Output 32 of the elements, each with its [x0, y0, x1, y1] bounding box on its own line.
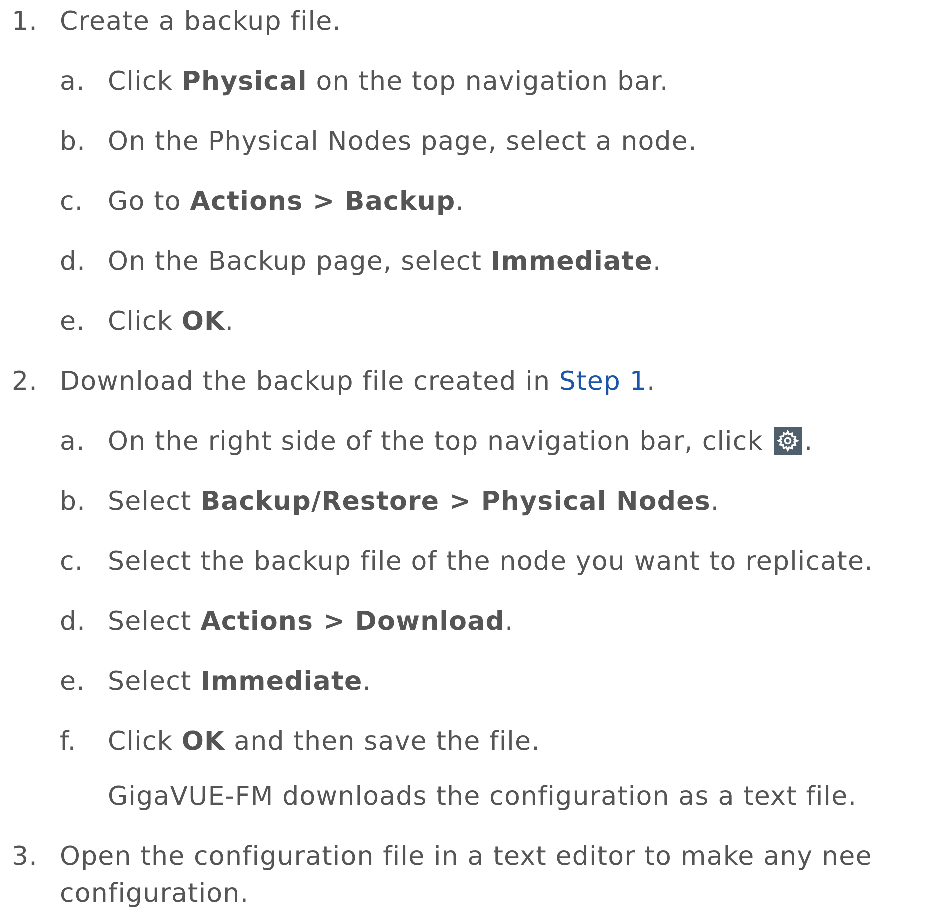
substep-letter: b.: [60, 126, 87, 159]
step-link[interactable]: Step 1: [559, 367, 648, 397]
substep-letter: c.: [60, 186, 85, 219]
step-text: Create a backup file.: [60, 7, 342, 37]
step-text: Click Physical on the top navigation bar.: [108, 67, 669, 97]
step-number: 2.: [11, 366, 40, 399]
step-text: Select the backup file of the node you want to replicate.: [108, 547, 874, 577]
substep-letter: a.: [60, 66, 86, 99]
gear-icon[interactable]: [774, 427, 802, 455]
step-text: Open the configuration file in a text editor to make any nee: [60, 842, 872, 872]
substep-letter: e.: [60, 666, 86, 699]
substep-letter: c.: [60, 546, 85, 579]
substep-letter: a.: [60, 426, 86, 459]
substep-letter: d.: [60, 606, 87, 639]
substep-letter: f.: [60, 726, 78, 759]
step-text: On the right side of the top navigation bar, click .: [108, 427, 814, 457]
step-number: 3.: [11, 841, 40, 874]
step-text: Click OK and then save the file.: [108, 727, 540, 757]
step-text: On the Physical Nodes page, select a node.: [108, 127, 698, 157]
step-text: Download the backup file created in Step 1.: [60, 367, 656, 397]
step-text: Select Actions > Download.: [108, 607, 514, 637]
step-text: On the Backup page, select Immediate.: [108, 247, 662, 277]
step-number: 1.: [11, 6, 40, 39]
step-text: Select Immediate.: [108, 667, 372, 697]
step-text: Select Backup/Restore > Physical Nodes.: [108, 487, 720, 517]
note-text: GigaVUE-FM downloads the configuration as a text file.: [108, 781, 858, 814]
substep-letter: d.: [60, 246, 87, 279]
substep-letter: b.: [60, 486, 87, 519]
step-text: Click OK.: [108, 307, 234, 337]
step-text: configuration.: [60, 879, 250, 909]
step-text: Go to Actions > Backup.: [108, 187, 465, 217]
substep-letter: e.: [60, 306, 86, 339]
